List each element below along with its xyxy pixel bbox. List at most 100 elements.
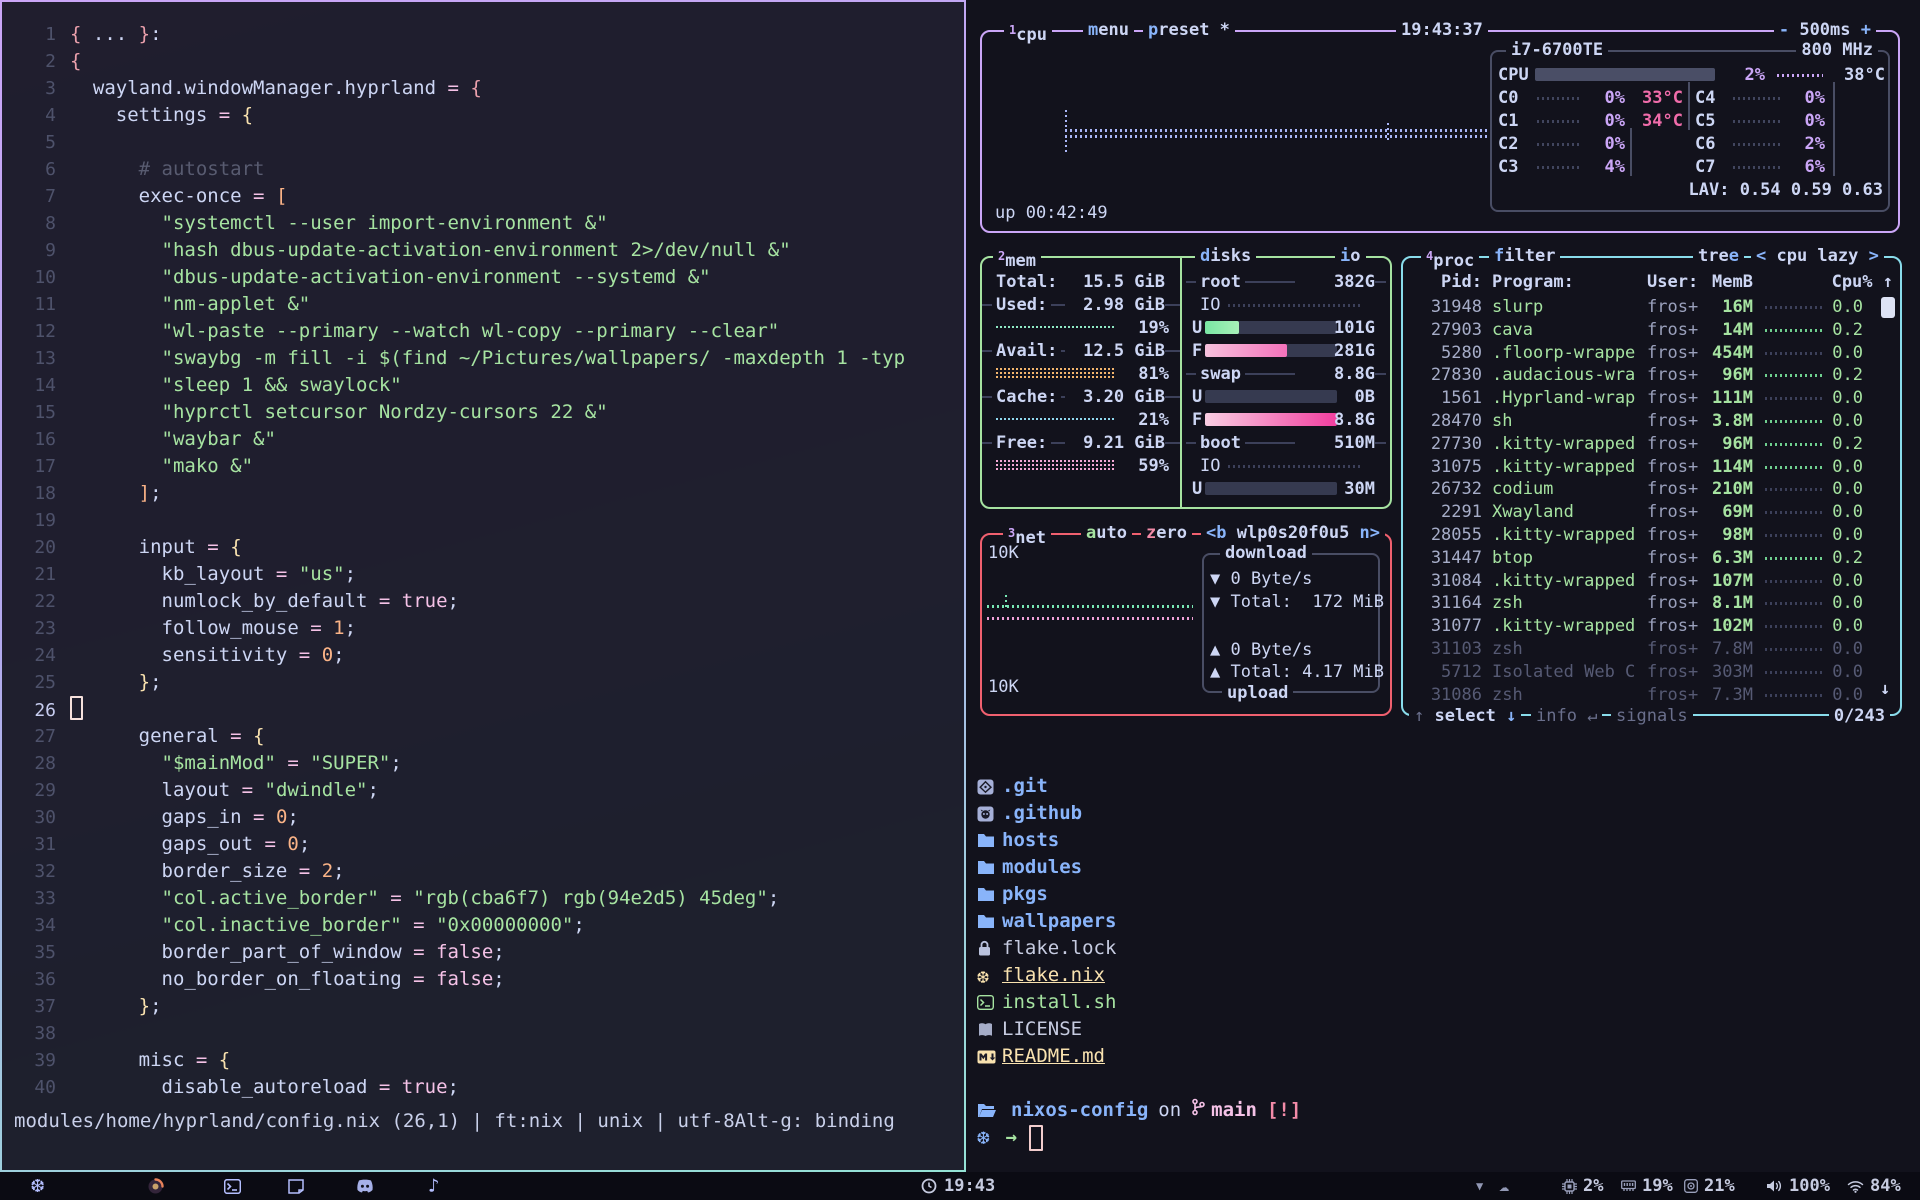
music-taskbar-icon[interactable]: ♪	[428, 1172, 439, 1200]
file-item[interactable]: flake.lock	[977, 935, 1116, 962]
proc-signals-button[interactable]: signals	[1611, 705, 1693, 727]
net-interface-selector[interactable]: <b wlp0s20f0u5 n>	[1201, 522, 1385, 544]
cpu-graph	[1065, 129, 1487, 132]
cpu-graph-row2	[1065, 135, 1487, 138]
mem-stat-row: Used:2.98 GiB	[996, 294, 1165, 316]
mem-stat-row: Avail:12.5 GiB	[996, 340, 1165, 362]
ram-stat[interactable]: 19%	[1621, 1172, 1673, 1200]
editor-buffer[interactable]: 1{ ... }:2{3 wayland.windowManager.hyprl…	[2, 2, 964, 1170]
process-row[interactable]: 5280.floorp-wrappefros+454M0.0	[1403, 342, 1900, 364]
file-item[interactable]: LICENSE	[977, 1016, 1116, 1043]
proc-scrollbar[interactable]	[1881, 297, 1895, 318]
mem-stat-row: Total:15.5 GiB	[996, 271, 1165, 293]
disk-row: F281G	[1192, 340, 1388, 362]
file-name: wallpapers	[1002, 908, 1116, 935]
volume-stat[interactable]: 100%	[1766, 1172, 1830, 1200]
process-row[interactable]: 2291Xwaylandfros+69M0.0	[1403, 501, 1900, 523]
file-item[interactable]: wallpapers	[977, 908, 1116, 935]
process-row[interactable]: 28055.kitty-wrappedfros+98M0.0	[1403, 524, 1900, 546]
discord-taskbar-icon[interactable]	[356, 1172, 374, 1200]
file-item[interactable]: ❆flake.nix	[977, 962, 1116, 989]
chip-icon	[1562, 1179, 1577, 1194]
chip-stat[interactable]: 2%	[1562, 1172, 1603, 1200]
code-line: 39 misc = {	[2, 1047, 962, 1074]
process-row[interactable]: 5712Isolated Web Cfros+303M0.0	[1403, 661, 1900, 683]
book-icon	[977, 1022, 1001, 1037]
process-row[interactable]: 31164zshfros+8.1M0.0	[1403, 592, 1900, 614]
disk-row: F8.8G	[1192, 409, 1388, 431]
file-item[interactable]: hosts	[977, 827, 1116, 854]
file-item[interactable]: modules	[977, 854, 1116, 881]
code-line: 10 "dbus-update-activation-environment -…	[2, 264, 962, 291]
net-zero-button[interactable]: zero	[1141, 522, 1192, 544]
editor-cursor	[70, 696, 83, 720]
code-line: 23 follow_mouse = 1;	[2, 615, 962, 642]
taskbar: ❆ ♪ 19:43 ▼ ☁ 2% 19% 21% 100% 84%	[0, 1172, 1920, 1200]
terminal-window[interactable]: .git.githubhostsmodulespkgswallpapersfla…	[968, 748, 1920, 1172]
io-toggle[interactable]: io	[1335, 245, 1366, 267]
scroll-down-indicator[interactable]: ↓	[1880, 679, 1890, 699]
editor-window: 1{ ... }:2{3 wayland.windowManager.hyprl…	[0, 0, 966, 1172]
proc-sort-selector[interactable]: < cpu lazy >	[1751, 245, 1884, 267]
process-row[interactable]: 31103zshfros+7.8M0.0	[1403, 638, 1900, 660]
proc-info-button[interactable]: info ↵	[1531, 705, 1602, 727]
file-item[interactable]: README.md	[977, 1043, 1116, 1070]
code-line: 25 };	[2, 669, 962, 696]
file-item[interactable]: .github	[977, 800, 1116, 827]
tray-cloud-icon[interactable]: ☁	[1499, 1172, 1509, 1200]
code-line: 31 gaps_out = 0;	[2, 831, 962, 858]
code-line: 33 "col.active_border" = "rgb(cba6f7) rg…	[2, 885, 962, 912]
browser-taskbar-icon[interactable]	[147, 1172, 164, 1200]
wifi-icon	[1847, 1180, 1864, 1193]
upload-total: ▲ Total: 4.17 MiB	[1210, 662, 1384, 682]
cpu-box-title: 1cpu	[1004, 19, 1052, 41]
disks-toggle[interactable]: disks	[1195, 245, 1256, 267]
file-item[interactable]: pkgs	[977, 881, 1116, 908]
menu-button[interactable]: menu	[1083, 19, 1134, 41]
net-auto-button[interactable]: auto	[1081, 522, 1132, 544]
proc-tree-button[interactable]: tree	[1693, 245, 1744, 267]
process-row[interactable]: 28470shfros+3.8M0.0	[1403, 410, 1900, 432]
process-row[interactable]: 31075.kitty-wrappedfros+114M0.0	[1403, 456, 1900, 478]
file-name: .git	[1002, 773, 1048, 800]
process-row[interactable]: 27730.kitty-wrappedfros+96M0.2	[1403, 433, 1900, 455]
preset-button[interactable]: preset *	[1143, 19, 1235, 41]
process-row[interactable]: 26732codiumfros+210M0.0	[1403, 478, 1900, 500]
process-row[interactable]: 31077.kitty-wrappedfros+102M0.0	[1403, 615, 1900, 637]
process-row[interactable]: 31086zshfros+7.3M0.0	[1403, 684, 1900, 706]
process-row[interactable]: 1561.Hyprland-wrapfros+111M0.0	[1403, 387, 1900, 409]
mem-box-title: 2mem	[993, 245, 1041, 267]
notes-taskbar-icon[interactable]	[288, 1172, 304, 1200]
btop-monitor: 1cpu menu preset * 19:43:37 - 500ms + up…	[968, 0, 1920, 748]
btop-mem-box: 2mem disks io Total:15.5 GiBUsed:2.98 Gi…	[980, 256, 1392, 509]
taskbar-clock[interactable]: 19:43	[921, 1172, 995, 1200]
code-line: 40 disable_autoreload = true;	[2, 1074, 962, 1101]
process-row[interactable]: 31948slurpfros+16M0.0	[1403, 296, 1900, 318]
terminal-taskbar-icon[interactable]	[224, 1172, 241, 1200]
code-line: 6 # autostart	[2, 156, 962, 183]
proc-select-button[interactable]: ↑ select ↓	[1409, 705, 1521, 727]
disk-stat[interactable]: 21%	[1684, 1172, 1735, 1200]
code-line: 2{	[2, 48, 962, 75]
process-row[interactable]: 27830.audacious-wrafros+96M0.2	[1403, 364, 1900, 386]
cpu-graph-spike	[1065, 110, 1067, 153]
file-item[interactable]: install.sh	[977, 989, 1116, 1016]
proc-filter-button[interactable]: filter	[1489, 245, 1560, 267]
tray-network-icon[interactable]: ▼	[1476, 1172, 1483, 1200]
process-row[interactable]: 31447btopfros+6.3M0.2	[1403, 547, 1900, 569]
update-interval-control[interactable]: - 500ms +	[1774, 19, 1876, 41]
nix-logo-button[interactable]: ❆	[31, 1172, 44, 1200]
prompt-directory: nixos-config	[1011, 1097, 1148, 1124]
file-item[interactable]: .git	[977, 773, 1116, 800]
download-title: download	[1220, 542, 1312, 564]
ram-icon	[1621, 1180, 1636, 1192]
process-row[interactable]: 31084.kitty-wrappedfros+107M0.0	[1403, 570, 1900, 592]
code-line: 14 "sleep 1 && swaylock"	[2, 372, 962, 399]
file-name: pkgs	[1002, 881, 1048, 908]
process-row[interactable]: 27903cavafros+14M0.2	[1403, 319, 1900, 341]
wifi-stat[interactable]: 84%	[1847, 1172, 1901, 1200]
net-box-title: 3net	[1003, 522, 1051, 544]
shell-input-line[interactable]: ❆ →	[977, 1124, 1043, 1151]
nix-shell-icon: ❆	[977, 1127, 990, 1148]
net-upload-graph	[987, 617, 1193, 620]
